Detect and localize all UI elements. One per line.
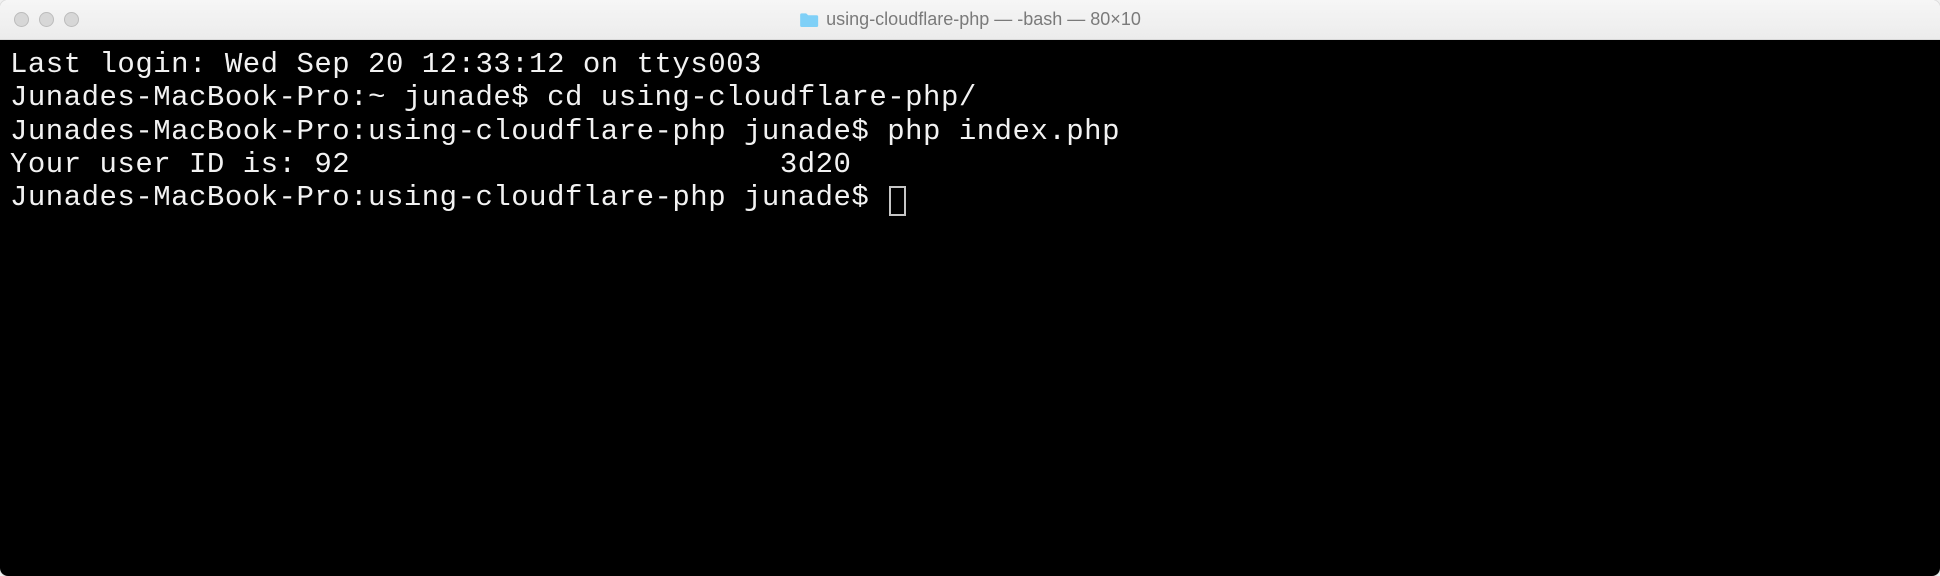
window-title: using-cloudflare-php — -bash — 80×10 xyxy=(799,9,1141,30)
window-controls xyxy=(14,12,79,27)
terminal-prompt-line: Junades-MacBook-Pro:using-cloudflare-php… xyxy=(10,181,1930,214)
terminal-line: Your user ID is: 92 3d20 xyxy=(10,148,1930,181)
folder-icon xyxy=(799,12,819,28)
terminal-line: Last login: Wed Sep 20 12:33:12 on ttys0… xyxy=(10,48,1930,81)
minimize-button[interactable] xyxy=(39,12,54,27)
terminal-line: Junades-MacBook-Pro:using-cloudflare-php… xyxy=(10,115,1930,148)
terminal-body[interactable]: Last login: Wed Sep 20 12:33:12 on ttys0… xyxy=(0,40,1940,576)
zoom-button[interactable] xyxy=(64,12,79,27)
terminal-window: using-cloudflare-php — -bash — 80×10 Las… xyxy=(0,0,1940,576)
terminal-prompt: Junades-MacBook-Pro:using-cloudflare-php… xyxy=(10,181,887,214)
window-title-text: using-cloudflare-php — -bash — 80×10 xyxy=(826,9,1141,30)
window-titlebar: using-cloudflare-php — -bash — 80×10 xyxy=(0,0,1940,40)
close-button[interactable] xyxy=(14,12,29,27)
terminal-line: Junades-MacBook-Pro:~ junade$ cd using-c… xyxy=(10,81,1930,114)
terminal-cursor xyxy=(889,186,906,216)
